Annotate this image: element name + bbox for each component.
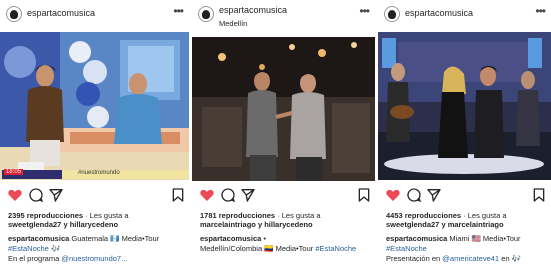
likes-prefix: · Les gusta a — [463, 211, 507, 220]
media-clock: 18:05 — [4, 169, 24, 175]
views-likes: 4453 reproducciones · Les gusta a sweetg… — [386, 211, 507, 230]
video-frame — [192, 37, 375, 181]
views-likes: 2395 reproducciones · Les gusta a sweetg… — [8, 211, 129, 230]
likes-prefix: · Les gusta a — [85, 211, 129, 220]
post-video[interactable] — [378, 32, 551, 180]
bookmark-icon[interactable] — [356, 187, 372, 203]
action-bar — [378, 187, 551, 205]
caption-text: Guatemala 🇬🇹 Media•Tour — [71, 234, 160, 243]
likes-prefix: · Les gusta a — [277, 211, 321, 220]
avatar[interactable] — [384, 6, 400, 22]
avatar[interactable] — [6, 6, 22, 22]
action-bar — [0, 187, 189, 205]
post-username[interactable]: espartacomusica — [405, 8, 473, 18]
post-header: espartacomusica ••• — [378, 0, 551, 30]
post-video[interactable] — [0, 32, 189, 180]
caption-line2: Medellín/Colombia 🇨🇴 Media•Tour — [200, 243, 314, 253]
program-prefix: En el programa — [8, 253, 60, 263]
heart-icon[interactable] — [385, 187, 401, 203]
post-caption: espartacomusica Miami 🇺🇸 Media•Tour #Est… — [386, 234, 521, 263]
hashtag-link[interactable]: #EstaNoche — [315, 244, 356, 253]
post-card: espartacomusica ••• — [378, 0, 551, 267]
share-icon[interactable] — [48, 187, 64, 203]
more-options-icon[interactable]: ••• — [359, 4, 370, 18]
heart-icon[interactable] — [199, 187, 215, 203]
mention-link[interactable]: @nuestromundo7... — [61, 254, 127, 263]
presentation-suffix: en 🎶 — [501, 253, 521, 263]
action-bar — [192, 187, 375, 205]
post-username[interactable]: espartacomusica — [27, 8, 95, 18]
more-options-icon[interactable]: ••• — [535, 4, 546, 18]
share-icon[interactable] — [426, 187, 442, 203]
mention-link[interactable]: @americateve41 — [442, 254, 499, 263]
caption-username[interactable]: espartacomusica — [200, 234, 261, 243]
post-video[interactable] — [192, 37, 375, 181]
more-options-icon[interactable]: ••• — [173, 4, 184, 18]
caption-text: Miami 🇺🇸 Media•Tour — [449, 234, 521, 243]
share-icon[interactable] — [240, 187, 256, 203]
post-card: espartacomusica Medellín ••• 1781 reprod… — [192, 0, 375, 267]
likers[interactable]: sweetglenda27 y marcelaintriago — [386, 220, 504, 229]
view-count[interactable]: 1781 reproducciones — [200, 211, 275, 220]
view-count[interactable]: 2395 reproducciones — [8, 211, 83, 220]
post-card: espartacomusica ••• — [0, 0, 189, 267]
presentation-prefix: Presentación en — [386, 253, 441, 263]
post-username[interactable]: espartacomusica — [219, 5, 287, 15]
post-header: espartacomusica ••• — [0, 0, 189, 30]
likers[interactable]: sweetglenda27 y hillarycedeno — [8, 220, 118, 229]
hashtag-link[interactable]: #EstaNoche 🎶 — [8, 244, 60, 253]
bookmark-icon[interactable] — [170, 187, 186, 203]
post-caption: espartacomusica Guatemala 🇬🇹 Media•Tour … — [8, 234, 159, 263]
video-frame — [0, 32, 189, 180]
post-location[interactable]: Medellín — [219, 19, 247, 28]
media-caption: #nuestromundo — [78, 170, 120, 176]
caption-text: • — [263, 234, 267, 243]
views-likes: 1781 reproducciones · Les gusta a marcel… — [200, 211, 321, 230]
likers[interactable]: marcelaintriago y hillarycedeno — [200, 220, 313, 229]
comment-icon[interactable] — [406, 187, 422, 203]
comment-icon[interactable] — [220, 187, 236, 203]
post-header: espartacomusica Medellín ••• — [192, 0, 375, 30]
view-count[interactable]: 4453 reproducciones — [386, 211, 461, 220]
heart-icon[interactable] — [7, 187, 23, 203]
comment-icon[interactable] — [28, 187, 44, 203]
bookmark-icon[interactable] — [531, 187, 547, 203]
post-caption: espartacomusica • Medellín/Colombia 🇨🇴 M… — [200, 234, 356, 254]
hashtag-link[interactable]: #EstaNoche — [386, 244, 427, 253]
caption-username[interactable]: espartacomusica — [386, 234, 447, 243]
avatar[interactable] — [198, 6, 214, 22]
caption-username[interactable]: espartacomusica — [8, 234, 69, 243]
video-frame — [378, 32, 551, 180]
